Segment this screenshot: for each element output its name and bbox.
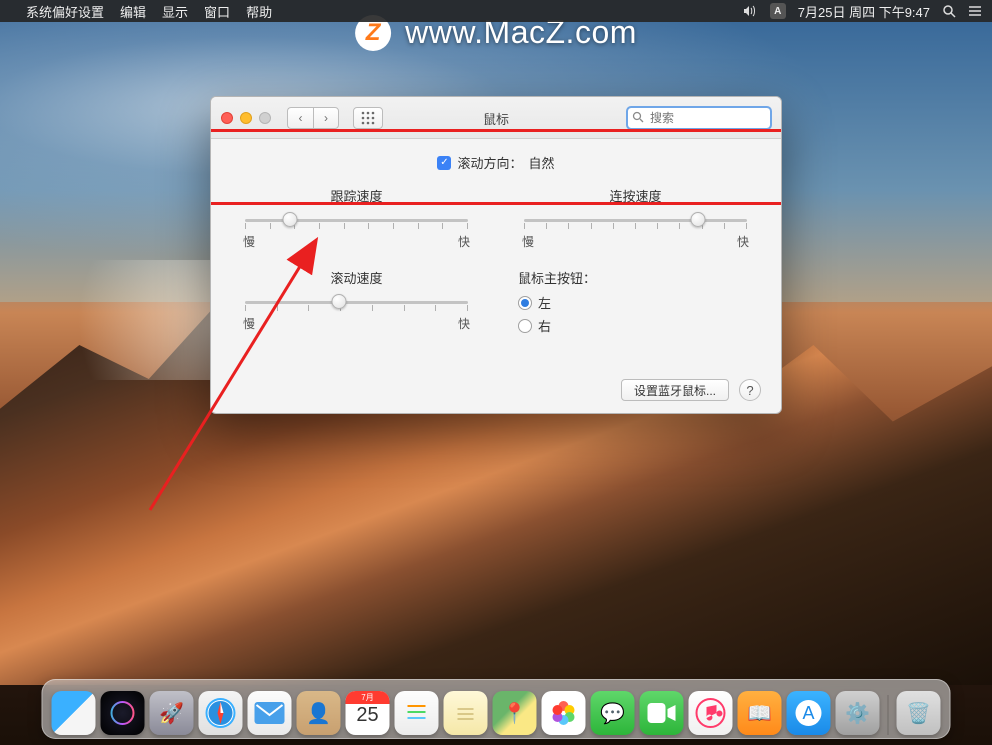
scrolling-speed-label: 滚动速度 [239,268,474,287]
dock-siri-icon[interactable] [101,691,145,735]
forward-button[interactable]: › [313,107,339,129]
doubleclick-speed-group: 连按速度 慢 快 [518,186,753,250]
primary-button-left[interactable]: 左 [518,293,753,312]
search-icon [632,111,644,126]
menu-edit[interactable]: 编辑 [120,2,146,21]
dock-maps-icon[interactable]: 📍 [493,691,537,735]
scroll-direction-checkbox[interactable]: ✓ [437,156,451,170]
dock-itunes-icon[interactable] [689,691,733,735]
dock-facetime-icon[interactable] [640,691,684,735]
tracking-speed-slider[interactable] [245,211,468,229]
dock-calendar-icon[interactable]: 7月 25 [346,691,390,735]
scrolling-speed-slider[interactable] [245,293,468,311]
tracking-speed-label: 跟踪速度 [239,186,474,205]
scrolling-min: 慢 [243,315,255,332]
show-all-button[interactable] [353,107,383,129]
menubar-clock[interactable]: 7月25日 周四 下午9:47 [798,2,930,21]
menubar: 系统偏好设置 编辑 显示 窗口 帮助 A 7月25日 周四 下午9:47 [0,0,992,22]
dock: 🚀 👤 7月 25 📍 💬 📖 A ⚙️ 🗑️ [42,679,951,739]
svg-text:A: A [802,703,814,723]
minimize-button[interactable] [240,112,252,124]
dock-messages-icon[interactable]: 💬 [591,691,635,735]
close-button[interactable] [221,112,233,124]
dock-trash-icon[interactable]: 🗑️ [897,691,941,735]
dock-separator [888,695,889,735]
app-name[interactable]: 系统偏好设置 [26,2,104,21]
primary-button-right[interactable]: 右 [518,316,753,335]
input-source-icon[interactable]: A [770,3,786,19]
volume-icon[interactable] [743,5,758,17]
dock-system-preferences-icon[interactable]: ⚙️ [836,691,880,735]
dock-photos-icon[interactable] [542,691,586,735]
dock-calendar-day: 25 [356,704,378,727]
scroll-direction-value: 自然 [529,153,555,172]
doubleclick-speed-slider[interactable] [524,211,747,229]
menu-window[interactable]: 窗口 [204,2,230,21]
help-button[interactable]: ? [739,379,761,401]
dock-ibooks-icon[interactable]: 📖 [738,691,782,735]
notification-center-icon[interactable] [968,5,982,17]
dock-contacts-icon[interactable]: 👤 [297,691,341,735]
spotlight-icon[interactable] [942,4,956,18]
zoom-button[interactable] [259,112,271,124]
traffic-lights [221,112,271,124]
dock-notes-icon[interactable] [444,691,488,735]
dock-appstore-icon[interactable]: A [787,691,831,735]
window-titlebar[interactable]: ‹ › 鼠标 [211,97,781,139]
dock-finder-icon[interactable] [52,691,96,735]
tracking-min: 慢 [243,233,255,250]
doubleclick-min: 慢 [522,233,534,250]
tracking-speed-group: 跟踪速度 慢 快 [239,186,474,250]
scroll-direction-row: ✓ 滚动方向： 自然 [239,153,753,172]
scroll-direction-label: 滚动方向： [457,153,522,172]
dock-mail-icon[interactable] [248,691,292,735]
menu-view[interactable]: 显示 [162,2,188,21]
tracking-max: 快 [458,233,470,250]
primary-button-group: 鼠标主按钮： 左 右 [518,268,753,335]
doubleclick-speed-label: 连按速度 [518,186,753,205]
radio-left-icon [518,296,532,310]
setup-bluetooth-mouse-button[interactable]: 设置蓝牙鼠标... [621,379,729,401]
doubleclick-max: 快 [737,233,749,250]
dock-launchpad-icon[interactable]: 🚀 [150,691,194,735]
scrolling-speed-group: 滚动速度 慢 快 [239,268,474,332]
dock-reminders-icon[interactable] [395,691,439,735]
nav-segment: ‹ › [287,107,339,129]
scrolling-max: 快 [458,315,470,332]
search-input[interactable] [627,107,771,129]
primary-button-label: 鼠标主按钮： [518,268,753,287]
dock-calendar-month: 7月 [346,691,390,704]
window-title: 鼠标 [483,109,509,128]
mouse-preferences-window: ‹ › 鼠标 ✓ 滚动方向： 自然 跟踪速度 [210,96,782,414]
dock-safari-icon[interactable] [199,691,243,735]
menu-help[interactable]: 帮助 [246,2,272,21]
back-button[interactable]: ‹ [287,107,313,129]
radio-right-icon [518,319,532,333]
